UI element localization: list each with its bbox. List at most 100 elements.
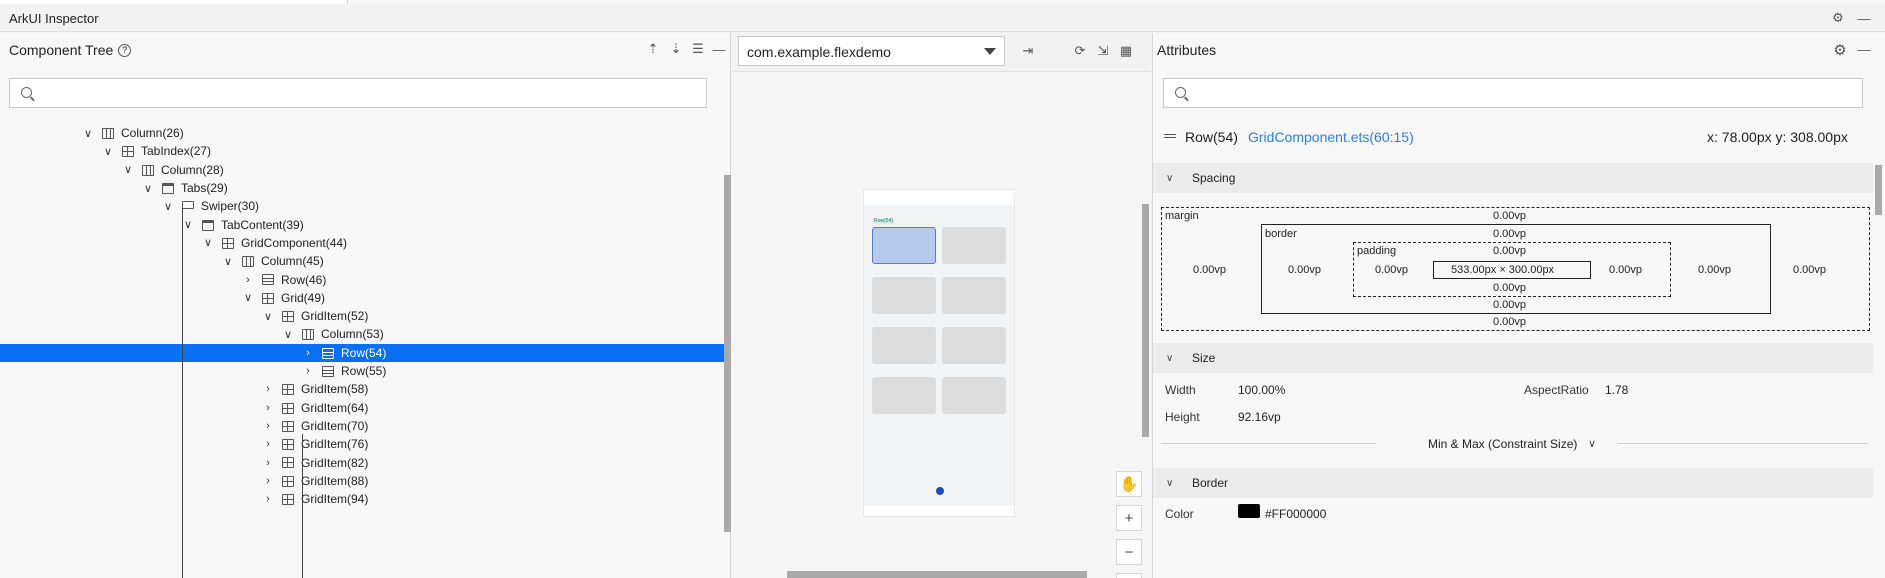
export-icon[interactable]: ⇲: [1094, 42, 1112, 60]
chevron-down-icon[interactable]: ∨: [222, 255, 234, 268]
chevron-down-icon[interactable]: ∨: [1588, 437, 1596, 450]
preview-tile[interactable]: [872, 327, 936, 364]
margin-label: margin: [1165, 210, 1199, 222]
minimize-icon[interactable]: —: [711, 41, 727, 57]
chevron-right-icon[interactable]: ›: [262, 438, 274, 450]
tree-node[interactable]: ∨ Column(53): [0, 325, 724, 343]
tree-node[interactable]: ∨ Column(28): [0, 161, 724, 179]
chevron-right-icon[interactable]: ›: [262, 493, 274, 505]
tree-node-label: GridItem(94): [301, 492, 369, 507]
help-icon[interactable]: ?: [118, 43, 132, 57]
chevron-right-icon[interactable]: ›: [302, 365, 314, 377]
locate-icon[interactable]: ⊕: [1116, 573, 1142, 578]
constraint-size-toggle[interactable]: Min & Max (Constraint Size): [1428, 437, 1577, 451]
border-section-header[interactable]: ∨ Border: [1153, 468, 1873, 498]
chevron-down-icon[interactable]: ∨: [282, 328, 294, 341]
chevron-down-icon[interactable]: ∨: [202, 237, 214, 249]
chevron-down-icon[interactable]: ∨: [162, 200, 174, 213]
chevron-down-icon[interactable]: ∨: [142, 182, 154, 195]
preview-tile-selected[interactable]: [872, 227, 936, 264]
chevron-down-icon: [984, 48, 996, 55]
chevron-down-icon[interactable]: ∨: [82, 127, 94, 140]
tabcontent-icon: [202, 219, 214, 231]
chevron-right-icon[interactable]: ›: [262, 402, 274, 414]
tree-node[interactable]: › GridItem(70): [0, 417, 724, 435]
gear-icon[interactable]: ⚙: [1831, 41, 1849, 59]
width-value[interactable]: 100.00%: [1238, 383, 1285, 397]
tree-node[interactable]: ∨ GridItem(52): [0, 307, 724, 325]
tree-node[interactable]: ∨ Grid(49): [0, 289, 724, 307]
tree-node[interactable]: › GridItem(64): [0, 399, 724, 417]
chevron-right-icon[interactable]: ›: [262, 457, 274, 469]
tree-node[interactable]: › GridItem(82): [0, 453, 724, 471]
tree-search-field[interactable]: [9, 78, 707, 108]
tree-node[interactable]: ∨ Column(45): [0, 252, 724, 270]
attributes-search-input[interactable]: [1194, 84, 1753, 104]
chevron-down-icon[interactable]: ∨: [102, 145, 114, 158]
aspect-ratio-value[interactable]: 1.78: [1605, 383, 1628, 397]
spacing-section-header[interactable]: ∨ Spacing: [1153, 163, 1873, 193]
gear-icon[interactable]: ⚙: [1830, 10, 1846, 26]
preview-vertical-scrollbar[interactable]: [1142, 204, 1149, 437]
chevron-down-icon[interactable]: ∨: [182, 219, 194, 231]
preview-tile[interactable]: [872, 377, 936, 414]
preview-tile[interactable]: [942, 227, 1006, 264]
chevron-down-icon[interactable]: ∨: [242, 292, 254, 304]
tree-node-selected[interactable]: › Row(54): [0, 343, 724, 362]
tree-node[interactable]: › GridItem(94): [0, 490, 724, 508]
device-screenshot[interactable]: Row(54): [863, 189, 1015, 517]
preview-horizontal-scrollbar[interactable]: [787, 571, 1087, 578]
preview-nav-icon: [936, 487, 944, 495]
size-section-header[interactable]: ∨ Size: [1153, 343, 1873, 373]
chevron-right-icon[interactable]: ›: [262, 475, 274, 487]
chevron-down-icon: ∨: [1166, 172, 1174, 184]
tree-search-input[interactable]: [40, 84, 597, 104]
layout-3d-icon[interactable]: ▦: [1117, 42, 1135, 60]
tree-node[interactable]: › GridItem(88): [0, 472, 724, 490]
minimize-icon[interactable]: —: [1856, 41, 1872, 57]
tree-node[interactable]: › GridItem(58): [0, 380, 724, 398]
tree-node[interactable]: ∨ Tabs(29): [0, 179, 724, 197]
hand-tool-icon[interactable]: ✋: [1116, 471, 1142, 497]
attributes-search-field[interactable]: [1163, 78, 1863, 108]
attach-icon[interactable]: ⇥: [1019, 42, 1037, 60]
content-size: 533.00px × 300.00px: [1451, 264, 1555, 276]
tree-node[interactable]: › Row(46): [0, 270, 724, 288]
tree-node[interactable]: › Row(55): [0, 362, 724, 380]
tree-node[interactable]: ∨ TabIndex(27): [0, 142, 724, 160]
source-link[interactable]: GridComponent.ets(60:15): [1248, 129, 1414, 145]
chevron-right-icon[interactable]: ›: [262, 420, 274, 432]
tree-node[interactable]: › GridItem(76): [0, 435, 724, 453]
chevron-right-icon[interactable]: ›: [302, 347, 314, 359]
height-value[interactable]: 92.16vp: [1238, 410, 1281, 424]
refresh-icon[interactable]: ⟳: [1071, 42, 1089, 60]
preview-tile[interactable]: [942, 327, 1006, 364]
component-icon: [222, 237, 234, 249]
chevron-right-icon[interactable]: ›: [262, 383, 274, 395]
preview-tile[interactable]: [942, 377, 1006, 414]
color-swatch[interactable]: [1238, 504, 1260, 518]
app-selector[interactable]: com.example.flexdemo: [738, 36, 1005, 66]
tree-scrollbar[interactable]: [724, 175, 731, 532]
tree-node[interactable]: ∨ Swiper(30): [0, 197, 724, 215]
minimize-icon[interactable]: —: [1856, 10, 1872, 26]
attributes-scrollbar[interactable]: [1875, 165, 1882, 215]
size-section-title: Size: [1192, 351, 1216, 365]
tree-node[interactable]: ∨ TabContent(39): [0, 216, 724, 234]
chevron-right-icon[interactable]: ›: [242, 274, 254, 286]
chevron-down-icon[interactable]: ∨: [122, 164, 134, 176]
tree-node-label: GridItem(82): [301, 455, 369, 470]
zoom-in-icon[interactable]: +: [1116, 505, 1142, 531]
zoom-out-icon[interactable]: −: [1116, 539, 1142, 565]
tree-node[interactable]: ∨ GridComponent(44): [0, 234, 724, 252]
preview-canvas[interactable]: Row(54) ✋ + − ⊕: [732, 71, 1151, 578]
expand-all-icon[interactable]: ⇡: [645, 41, 661, 57]
preview-tile[interactable]: [942, 277, 1006, 314]
collapse-all-icon[interactable]: ⇣: [668, 41, 684, 57]
border-color-value[interactable]: #FF000000: [1265, 507, 1326, 521]
tree-node[interactable]: ∨ Column(26): [0, 124, 724, 142]
preview-tile[interactable]: [872, 277, 936, 314]
chevron-down-icon[interactable]: ∨: [262, 310, 274, 323]
list-view-icon[interactable]: ☰: [690, 41, 706, 57]
padding-top: 0.00vp: [1493, 245, 1527, 257]
